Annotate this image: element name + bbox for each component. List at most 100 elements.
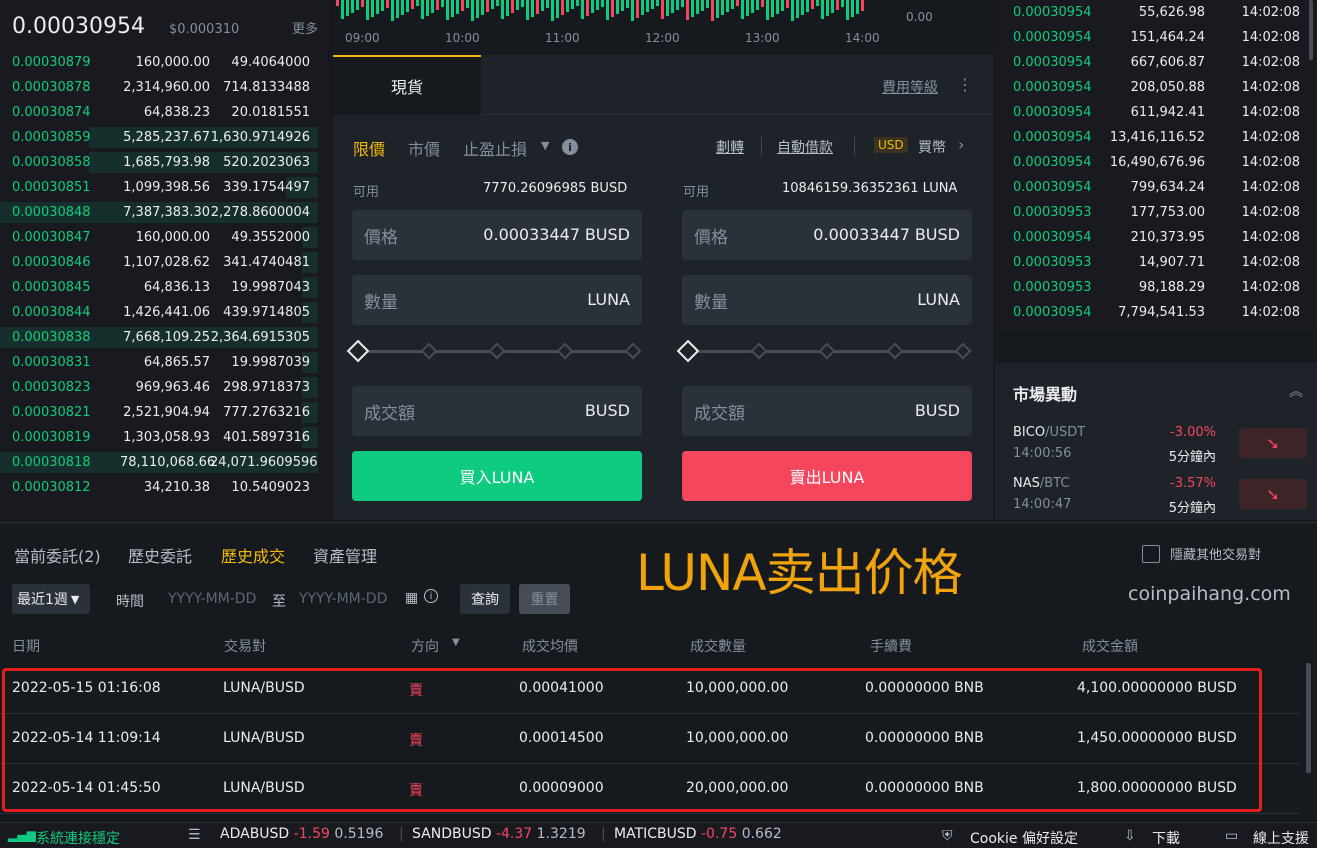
trade-time: 14:02:08 <box>1241 155 1300 170</box>
sell-amount-field[interactable]: 成交額 BUSD <box>682 386 972 436</box>
sell-amount-slider[interactable] <box>676 339 972 363</box>
divider <box>854 137 855 155</box>
calendar-icon[interactable]: ▦ <box>405 590 418 606</box>
ticker-price: 0.5196 <box>334 826 384 842</box>
tab-trade-history[interactable]: 歷史成交 <box>221 543 285 567</box>
chevron-down-icon[interactable]: ▼ <box>541 139 549 152</box>
trade-price: 0.00030954 <box>1013 180 1092 195</box>
slider-mark-100[interactable] <box>954 342 972 360</box>
download-link[interactable]: 下載 <box>1152 828 1180 848</box>
tab-funds[interactable]: 資產管理 <box>313 543 377 567</box>
order-book-row[interactable]: 0.00030819 1,303,058.93 401.5897316 <box>0 425 330 450</box>
buy-price-value[interactable]: 0.00033447 <box>483 225 580 244</box>
candle <box>786 0 789 8</box>
order-book-row[interactable]: 0.00030818 78,110,068.66 24,071.9609596 <box>0 450 330 475</box>
order-book-row[interactable]: 0.00030858 1,685,793.98 520.2023063 <box>0 150 330 175</box>
ob-amount: 64,836.13 <box>143 280 210 295</box>
buy-button[interactable]: 買入LUNA <box>352 451 642 501</box>
order-book-row[interactable]: 0.00030878 2,314,960.00 714.8133488 <box>0 75 330 100</box>
candle <box>681 0 684 7</box>
ob-price: 0.00030818 <box>12 455 91 470</box>
scrollbar[interactable] <box>1309 0 1313 60</box>
slider-mark-100[interactable] <box>624 342 642 360</box>
ticker-item[interactable]: SANDBUSD -4.37 1.3219 <box>412 826 586 842</box>
ticker-item[interactable]: ADABUSD -1.59 0.5196 <box>220 826 383 842</box>
order-book-row[interactable]: 0.00030847 160,000.00 49.3552000 <box>0 225 330 250</box>
order-book-row[interactable]: 0.00030821 2,521,904.94 777.2763216 <box>0 400 330 425</box>
slider-mark-25[interactable] <box>750 342 768 360</box>
order-book-row[interactable]: 0.00030851 1,099,398.56 339.1754497 <box>0 175 330 200</box>
col-side[interactable]: 方向 <box>411 636 439 656</box>
sell-price-field[interactable]: 價格 0.00033447 BUSD <box>682 210 972 260</box>
more-options-icon[interactable]: ⋮ <box>957 75 973 94</box>
tab-spot[interactable]: 現貨 <box>333 55 481 115</box>
slider-mark-75[interactable] <box>886 342 904 360</box>
trade-price: 0.00030953 <box>1013 205 1092 220</box>
ticker-item[interactable]: MATICBUSD -0.75 0.662 <box>614 826 782 842</box>
trade-panel: 現貨 費用等級 ⋮ 限價 市價 止盈止損 ▼ i 劃轉 自動借款 USD 買幣 … <box>333 55 993 520</box>
order-book-row[interactable]: 0.00030846 1,107,028.62 341.4740481 <box>0 250 330 275</box>
sort-down-icon[interactable]: ▼ <box>452 637 460 648</box>
tab-order-history[interactable]: 歷史委託 <box>128 543 192 567</box>
buy-price-field[interactable]: 價格 0.00033447 BUSD <box>352 210 642 260</box>
order-type-market[interactable]: 市價 <box>408 136 440 160</box>
order-book-row[interactable]: 0.00030848 7,387,383.30 2,278.8600004 <box>0 200 330 225</box>
slider-mark-50[interactable] <box>818 342 836 360</box>
trade-amount: 210,373.95 <box>1130 230 1205 245</box>
slider-mark-25[interactable] <box>420 342 438 360</box>
mm-base: NAS <box>1013 476 1040 491</box>
more-link[interactable]: 更多 <box>292 18 318 37</box>
buy-qty-field[interactable]: 數量 LUNA <box>352 275 642 325</box>
order-book-row[interactable]: 0.00030823 969,963.46 298.9718373 <box>0 375 330 400</box>
chevron-right-icon[interactable]: › <box>958 135 964 154</box>
support-link[interactable]: 線上支援 <box>1253 828 1309 848</box>
ob-total: 777.2763216 <box>223 405 310 420</box>
order-book-row[interactable]: 0.00030879 160,000.00 49.4064000 <box>0 50 330 75</box>
info-icon[interactable]: i <box>424 589 438 603</box>
sell-avail-label: 可用 <box>683 185 710 200</box>
slider-handle[interactable] <box>346 339 370 363</box>
checkbox[interactable] <box>1142 544 1160 563</box>
tab-open-orders[interactable]: 當前委託(2) <box>14 543 101 567</box>
period-select[interactable]: 最近1週 ▼ <box>12 584 90 614</box>
order-type-limit[interactable]: 限價 <box>353 136 385 160</box>
order-book-row[interactable]: 0.00030838 7,668,109.25 2,364.6915305 <box>0 325 330 350</box>
query-button[interactable]: 查詢 <box>460 584 510 614</box>
slider-mark-50[interactable] <box>488 342 506 360</box>
order-book-row[interactable]: 0.00030874 64,838.23 20.0181551 <box>0 100 330 125</box>
hide-other-pairs[interactable]: 隱藏其他交易對 <box>1142 544 1261 563</box>
price-chart[interactable]: 09:00 10:00 11:00 12:00 13:00 14:00 0.00 <box>333 0 993 55</box>
sell-button[interactable]: 賣出LUNA <box>682 451 972 501</box>
order-book-row[interactable]: 0.00030812 34,210.38 10.5409023 <box>0 475 330 500</box>
info-icon[interactable]: i <box>562 139 578 155</box>
date-from-input[interactable]: YYYY-MM-DD <box>168 591 256 607</box>
auto-borrow-link[interactable]: 自動借款 <box>777 137 833 157</box>
date-to-input[interactable]: YYYY-MM-DD <box>299 591 387 607</box>
trade-price: 0.00030954 <box>1013 80 1092 95</box>
cookie-settings[interactable]: Cookie 偏好設定 <box>970 828 1078 848</box>
buy-amount-field[interactable]: 成交額 BUSD <box>352 386 642 436</box>
sell-qty-label: 數量 <box>694 293 728 313</box>
slider-mark-75[interactable] <box>556 342 574 360</box>
scrollbar[interactable] <box>1306 663 1311 773</box>
order-book-row[interactable]: 0.00030845 64,836.13 19.9987043 <box>0 275 330 300</box>
order-book-row[interactable]: 0.00030831 64,865.57 19.9987039 <box>0 350 330 375</box>
fee-level-link[interactable]: 費用等級 <box>882 77 938 97</box>
slider-handle[interactable] <box>676 339 700 363</box>
reset-button[interactable]: 重置 <box>519 584 570 614</box>
order-book-row[interactable]: 0.00030844 1,426,441.06 439.9714805 <box>0 300 330 325</box>
buy-coin-link[interactable]: 買幣 <box>918 137 946 157</box>
sell-qty-field[interactable]: 數量 LUNA <box>682 275 972 325</box>
buy-amount-slider[interactable] <box>346 339 642 363</box>
market-move-item[interactable]: BICO/USDT 14:00:56 -3.00% 5分鐘內 ➘ <box>1013 425 1313 469</box>
transfer-link[interactable]: 劃轉 <box>716 137 744 157</box>
collapse-icon[interactable]: ︽ <box>1289 381 1303 401</box>
sell-price-value[interactable]: 0.00033447 <box>813 225 910 244</box>
order-type-stop[interactable]: 止盈止損 <box>463 136 527 160</box>
ob-price: 0.00030846 <box>12 255 91 270</box>
order-book-row[interactable]: 0.00030859 5,285,237.67 1,630.9714926 <box>0 125 330 150</box>
settings-sliders-icon[interactable]: ☰ <box>188 827 201 843</box>
market-move-item[interactable]: NAS/BTC 14:00:47 -3.57% 5分鐘內 ➘ <box>1013 476 1313 520</box>
trade-time: 14:02:08 <box>1241 305 1300 320</box>
candle <box>831 0 834 13</box>
